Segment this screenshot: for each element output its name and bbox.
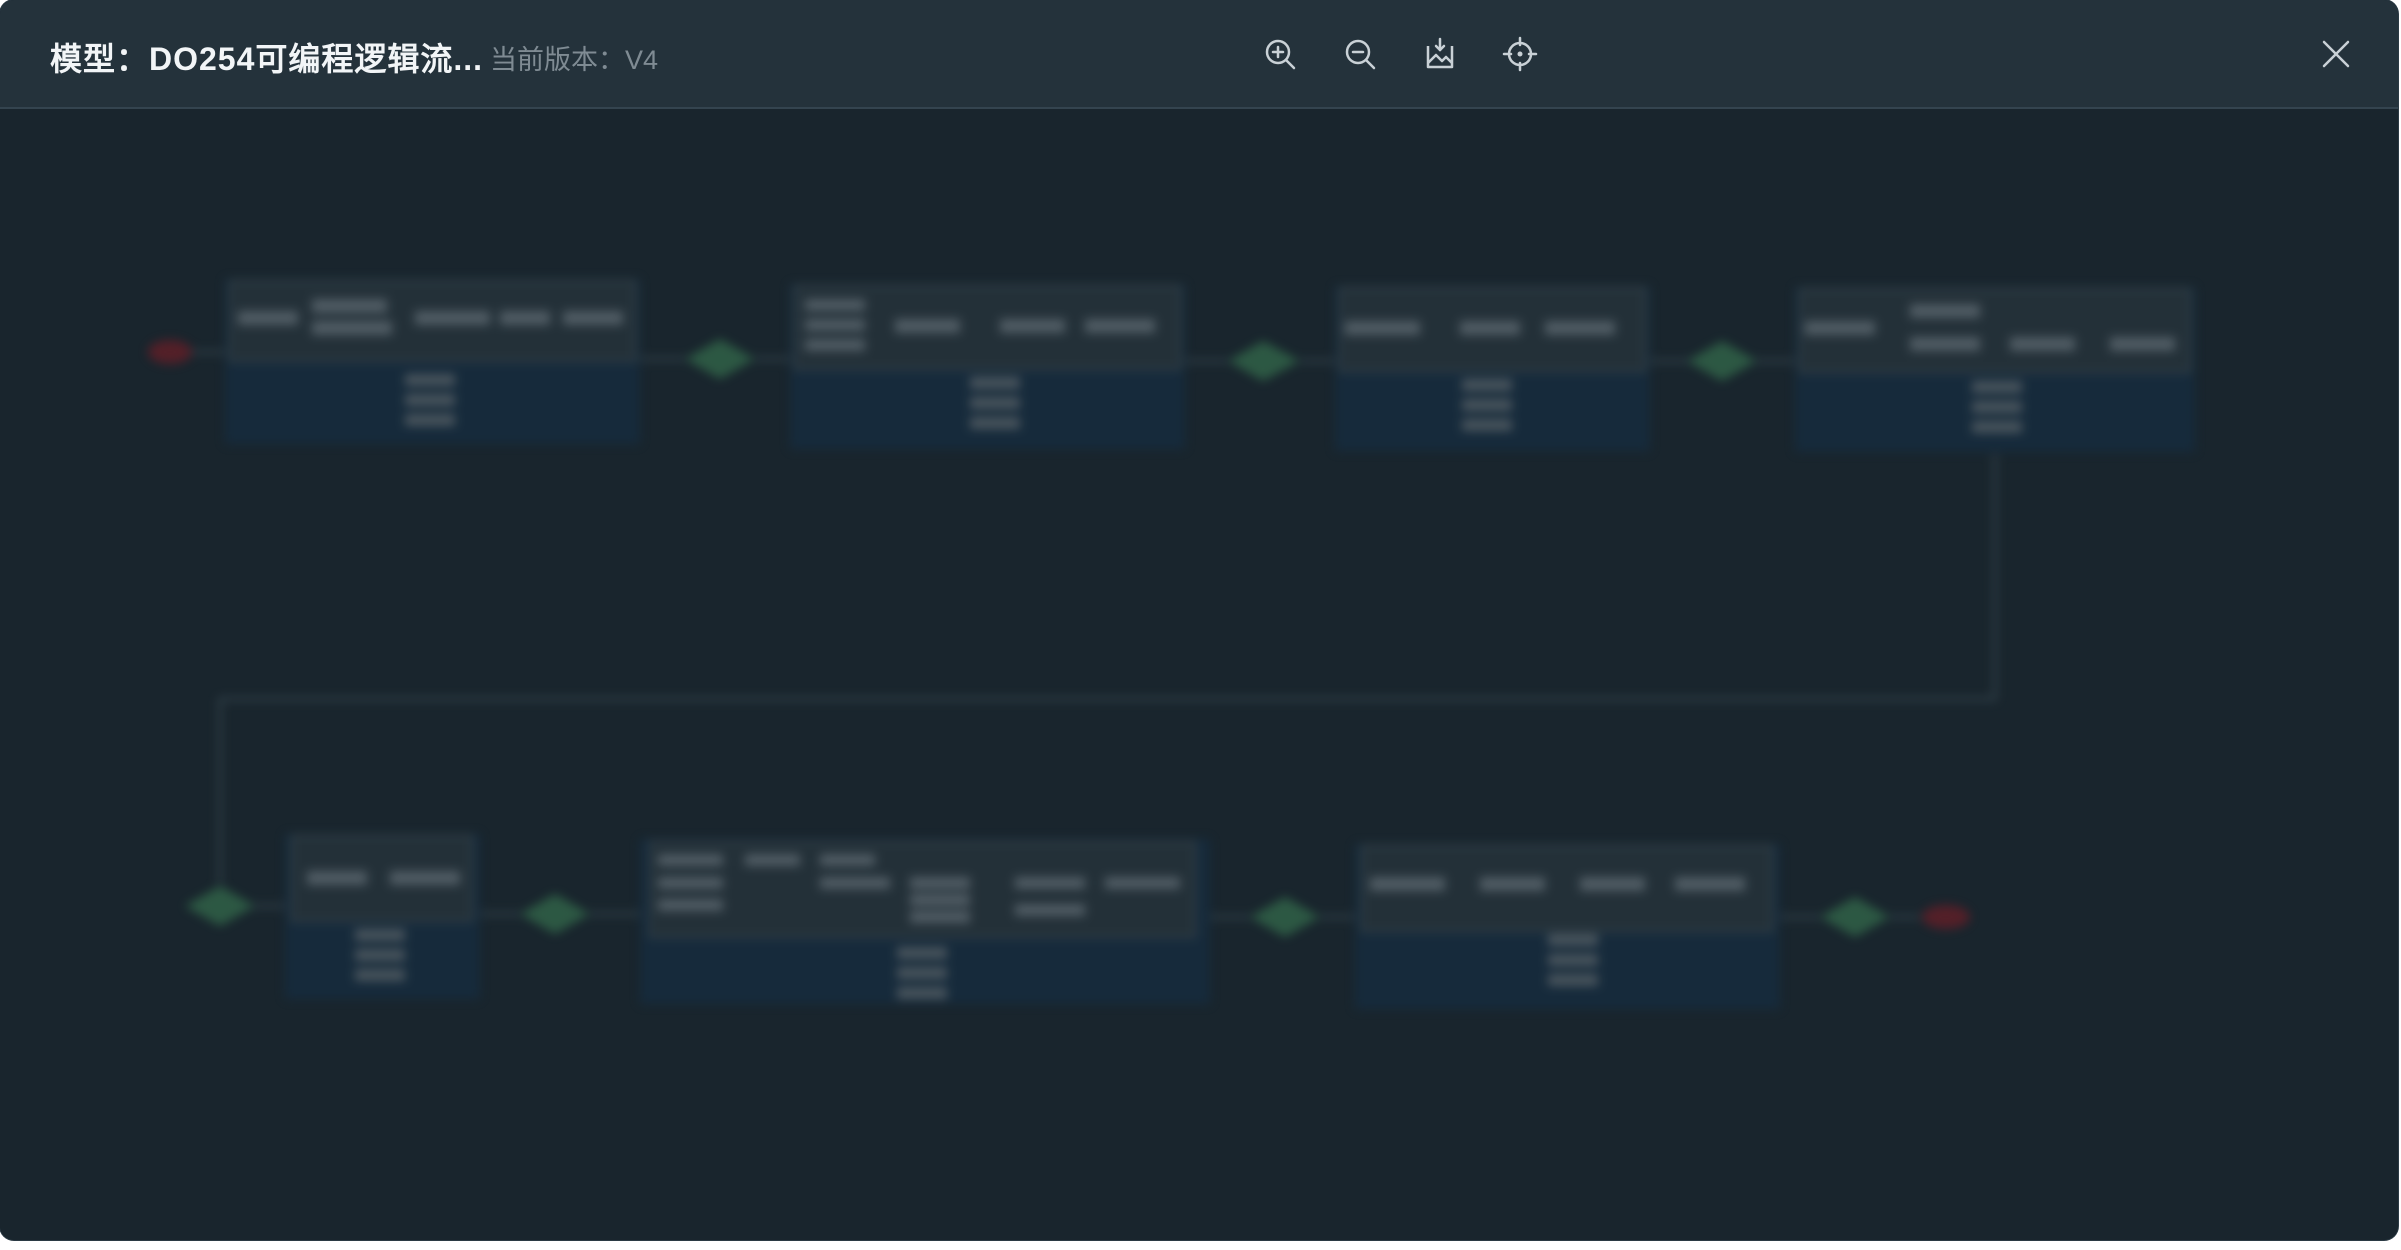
zoom-in-icon: [1265, 39, 1296, 70]
stage-4: [1795, 287, 2195, 452]
export-image-icon: [1426, 37, 1454, 69]
zoom-out-button[interactable]: [1340, 34, 1380, 74]
model-title: 模型：DO254可编程逻辑流...: [50, 41, 484, 77]
stage-3: [1335, 286, 1650, 451]
stage-5: [285, 834, 480, 999]
close-icon: [2322, 40, 2350, 68]
start-node: [148, 340, 192, 364]
stage-2: [790, 284, 1185, 449]
flow-canvas[interactable]: [0, 109, 2398, 1240]
flow-preview-modal: 模型：DO254可编程逻辑流... 当前版本：V4: [0, 0, 2398, 1240]
export-image-button[interactable]: [1420, 34, 1460, 74]
current-version: 当前版本：V4: [490, 45, 659, 75]
stage-6: [640, 839, 1210, 1004]
close-button[interactable]: [2318, 36, 2354, 72]
toolbar: [1260, 34, 1540, 74]
process-flow-diagram: [148, 279, 2195, 1009]
modal-header: 模型：DO254可编程逻辑流... 当前版本：V4: [0, 0, 2398, 109]
locate-icon: [1502, 36, 1538, 72]
stage-7: [1355, 844, 1780, 1009]
locate-button[interactable]: [1500, 34, 1540, 74]
zoom-out-icon: [1345, 39, 1376, 70]
stage-1: [225, 279, 640, 444]
end-node: [1922, 905, 1970, 929]
zoom-in-button[interactable]: [1260, 34, 1300, 74]
